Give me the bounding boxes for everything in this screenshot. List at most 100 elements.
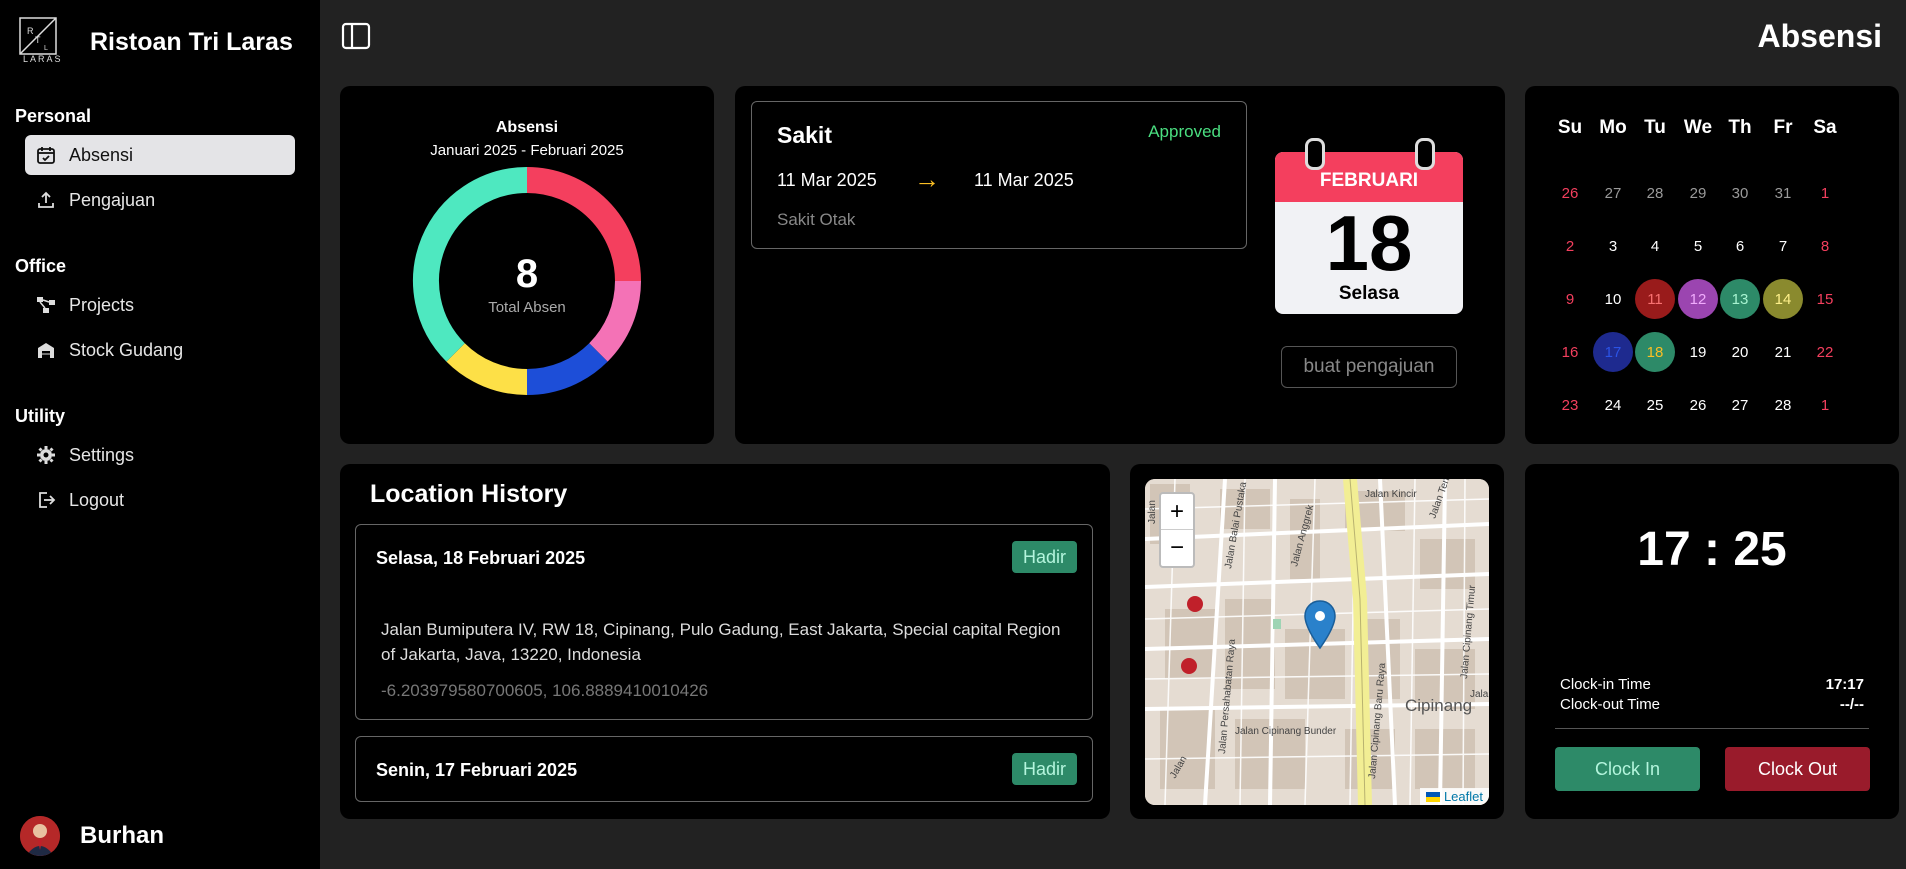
calendar-day[interactable]: 3 [1593,226,1633,266]
map-attribution[interactable]: Leaflet [1419,788,1489,805]
calendar-day[interactable]: 30 [1720,173,1760,213]
calendar-day[interactable]: 15 [1805,279,1845,319]
sidebar-item-label: Settings [69,444,135,465]
calendar-day[interactable]: 19 [1678,332,1718,372]
sidebar-item-label: Stock Gudang [69,339,184,360]
calendar-day[interactable]: 7 [1763,226,1803,266]
calendar-day[interactable]: 17 [1593,332,1633,372]
calendar-ring-icon [1415,138,1435,170]
calendar-day[interactable]: 28 [1635,173,1675,213]
divider [1555,728,1869,729]
calendar-day[interactable]: 12 [1678,279,1718,319]
calendar-card: Su Mo Tu We Th Fr Sa 26 27 28 29 30 31 1 2 3 4 5 6 7 8 9 10 11 1… [1525,86,1899,444]
calendar-day[interactable]: 1 [1805,385,1845,425]
calendar-day[interactable]: 5 [1678,226,1718,266]
calendar-day[interactable]: 21 [1763,332,1803,372]
calendar-day[interactable]: 11 [1635,279,1675,319]
calendar-day[interactable]: 9 [1550,279,1590,319]
app-name: Ristoan Tri Laras [90,28,293,56]
user-profile[interactable]: Burhan [20,816,164,856]
calendar-day[interactable]: 23 [1550,385,1590,425]
zoom-control: + − [1159,492,1195,568]
sidebar-item-logout[interactable]: Logout [25,480,295,520]
calendar-day[interactable]: 28 [1763,385,1803,425]
calendar-day[interactable]: 4 [1635,226,1675,266]
svg-text:T: T [35,35,41,45]
clock-in-button[interactable]: Clock In [1555,747,1700,791]
logo: R T L LARAS [12,16,68,66]
calendar-day[interactable]: 14 [1763,279,1803,319]
gear-icon [35,444,57,466]
clock-out-row: Clock-out Time --/-- [1560,696,1864,713]
calendar-day[interactable]: 8 [1805,226,1845,266]
calendar-day[interactable]: 1 [1805,173,1845,213]
calendar-weekday-header: Tu [1644,117,1666,138]
sidebar-item-absensi[interactable]: Absensi [25,135,295,175]
section-title-office: Office [15,256,67,276]
request-reason: Sakit Otak [777,210,856,229]
request-card: Sakit Approved 11 Mar 2025 → 11 Mar 2025… [735,86,1505,444]
map-label: Jalan [1470,689,1489,700]
map-marker-icon[interactable] [1304,600,1336,655]
calendar-weekday-header: Mo [1599,117,1627,138]
sidebar-item-settings[interactable]: Settings [25,435,295,475]
map-card: Jalan Kincir Jalan Balai Pustaka Jalan A… [1130,464,1504,819]
clock-in-label: Clock-in Time [1560,676,1651,693]
create-request-button[interactable]: buat pengajuan [1281,346,1457,388]
donut-slice-2[interactable] [526,342,608,395]
request-type: Sakit [777,122,832,148]
calendar-day[interactable]: 16 [1550,332,1590,372]
calendar-day[interactable]: 2 [1550,226,1590,266]
calendar-day[interactable]: 22 [1805,332,1845,372]
leaflet-link[interactable]: Leaflet [1444,789,1483,804]
flag-icon [1425,791,1440,802]
calendar-weekday-header: Sa [1813,117,1837,138]
map-label: Jalan [1147,500,1158,524]
calendar-weekday-header: Su [1557,117,1583,138]
calendar-day[interactable]: 13 [1720,279,1760,319]
calendar-day[interactable]: 26 [1678,385,1718,425]
clock-in-row: Clock-in Time 17:17 [1560,676,1864,693]
calendar-day[interactable]: 10 [1593,279,1633,319]
calendar-day[interactable]: 24 [1593,385,1633,425]
calendar-day[interactable]: 18 [1635,332,1675,372]
brand[interactable]: R T L LARAS Ristoan Tri Laras [12,16,293,66]
request-date-from: 11 Mar 2025 [777,170,877,190]
map[interactable]: Jalan Kincir Jalan Balai Pustaka Jalan A… [1145,479,1489,805]
total-absen-label: Total Absen [488,299,566,316]
section-title-utility: Utility [15,406,66,426]
attendance-summary-card: Absensi Januari 2025 - Februari 2025 8 T… [340,86,714,444]
zoom-out-button[interactable]: − [1161,530,1193,566]
sidebar-toggle-icon [340,22,372,56]
request-date-to: 11 Mar 2025 [974,170,1074,190]
svg-text:R: R [27,26,34,36]
sidebar-item-label: Logout [69,489,125,510]
calendar-day[interactable]: 25 [1635,385,1675,425]
calendar-day[interactable]: 31 [1763,173,1803,213]
location-history-item[interactable]: Selasa, 18 Februari 2025 Hadir Jalan Bum… [355,524,1093,720]
sidebar-toggle-button[interactable] [340,20,372,52]
svg-text:L: L [44,45,48,52]
location-date: Senin, 17 Februari 2025 [376,760,578,780]
calendar-weekday-header: Fr [1773,117,1793,138]
status-badge: Hadir [1011,753,1077,785]
sidebar-item-label: Projects [69,294,135,315]
calendar-day[interactable]: 6 [1720,226,1760,266]
sidebar: R T L LARAS Ristoan Tri Laras Personal A… [0,0,320,869]
sidebar-item-pengajuan[interactable]: Pengajuan [25,180,295,220]
calendar-day[interactable]: 27 [1593,173,1633,213]
location-history-item[interactable]: Senin, 17 Februari 2025 Hadir [355,736,1093,802]
calendar-day[interactable]: 20 [1720,332,1760,372]
calendar-day[interactable]: 26 [1550,173,1590,213]
clock-out-button[interactable]: Clock Out [1725,747,1870,791]
sidebar-item-projects[interactable]: Projects [25,285,295,325]
request-item[interactable]: Sakit Approved 11 Mar 2025 → 11 Mar 2025… [751,101,1247,249]
donut-slice-3[interactable] [446,342,528,395]
sidebar-item-stock-gudang[interactable]: Stock Gudang [25,330,295,370]
calendar-day[interactable]: 27 [1720,385,1760,425]
zoom-in-button[interactable]: + [1161,494,1193,530]
location-address: Jalan Bumiputera IV, RW 18, Cipinang, Pu… [381,620,1061,664]
calendar-day[interactable]: 29 [1678,173,1718,213]
location-date: Selasa, 18 Februari 2025 [376,548,586,568]
today-calendar-tile: FEBRUARI 18 Selasa [1275,152,1463,314]
